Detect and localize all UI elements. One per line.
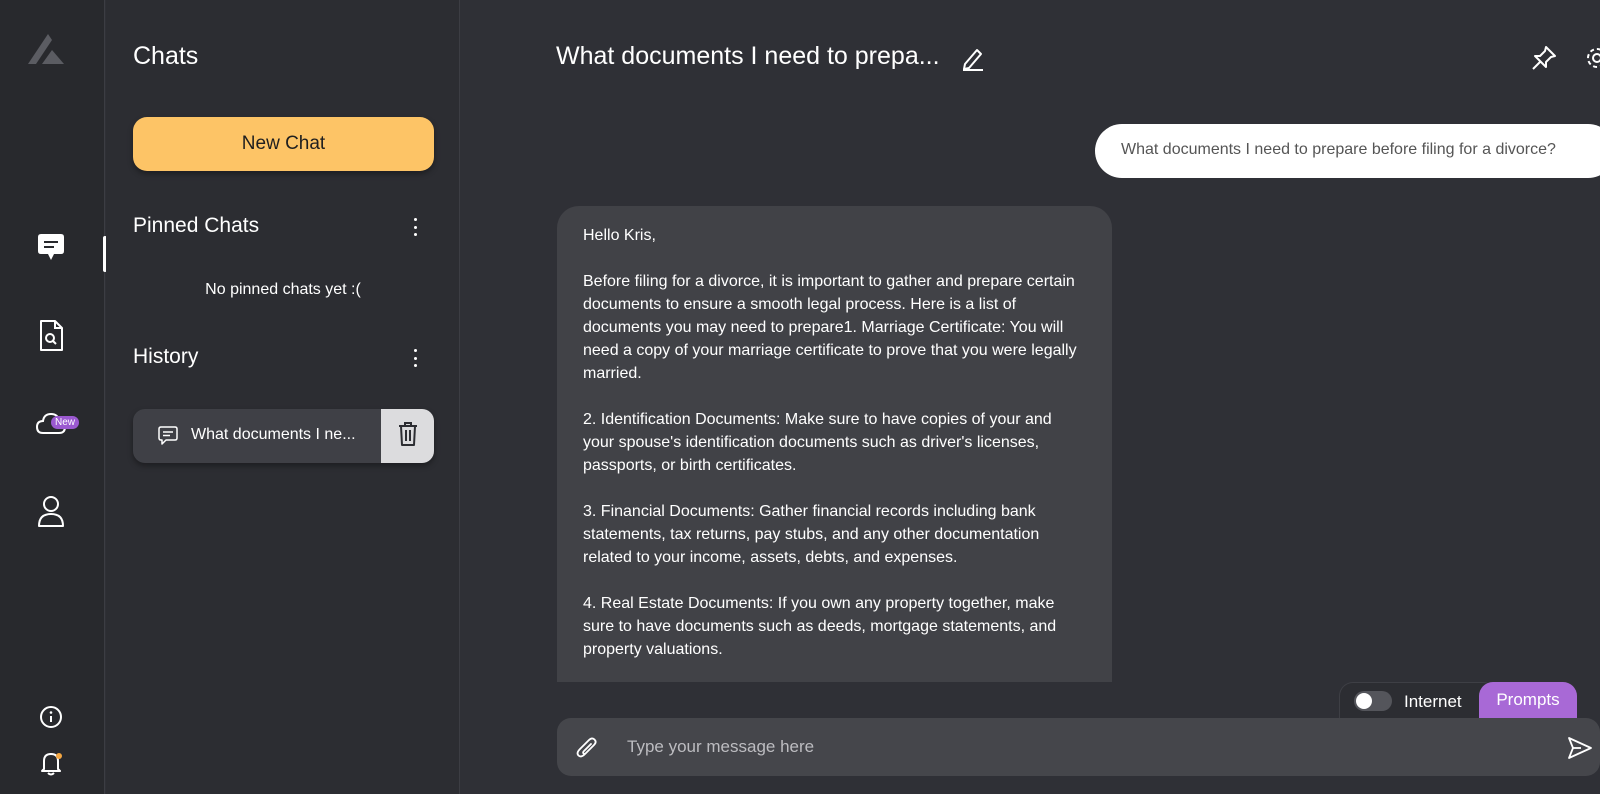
notification-dot — [56, 753, 62, 759]
message-composer — [557, 718, 1600, 776]
logo-icon — [26, 32, 66, 66]
paperclip-icon[interactable] — [575, 735, 599, 766]
app-window: New Chats New Chat Pinned Chats No pinne… — [0, 0, 1600, 794]
chat-icon[interactable] — [30, 227, 72, 269]
send-icon[interactable] — [1567, 736, 1593, 765]
chat-area: What documents I need to prepa... What d… — [461, 0, 1600, 794]
internet-label: Internet — [1404, 692, 1462, 711]
message-paragraph: 3. Financial Documents: Gather financial… — [583, 503, 1040, 566]
new-chat-button[interactable]: New Chat — [133, 117, 434, 171]
internet-toggle-pill: Internet — [1339, 682, 1497, 718]
message-paragraph: Before filing for a divorce, it is impor… — [583, 273, 1077, 382]
message-paragraph: 2. Identification Documents: Make sure t… — [583, 411, 1052, 474]
pinned-more-icon[interactable] — [409, 216, 421, 238]
pin-icon[interactable] — [1531, 45, 1557, 76]
message-paragraph: 4. Real Estate Documents: If you own any… — [583, 595, 1057, 658]
bell-icon[interactable] — [30, 742, 72, 784]
prompts-button[interactable]: Prompts — [1479, 682, 1577, 718]
panel-title: Chats — [133, 42, 199, 70]
chats-panel: Chats New Chat Pinned Chats No pinned ch… — [106, 0, 460, 794]
history-item-label: What documents I ne... — [191, 426, 356, 443]
internet-toggle[interactable] — [1354, 691, 1392, 711]
user-message: What documents I need to prepare before … — [1095, 124, 1600, 178]
chat-title: What documents I need to prepa... — [556, 42, 940, 70]
edit-title-icon[interactable] — [960, 45, 986, 76]
delete-chat-button[interactable] — [381, 409, 434, 463]
message-paragraph: Hello Kris, — [583, 227, 656, 244]
pinned-chats-title: Pinned Chats — [133, 214, 260, 237]
history-more-icon[interactable] — [409, 347, 421, 369]
document-search-icon[interactable] — [30, 315, 72, 357]
history-item[interactable]: What documents I ne... — [133, 409, 434, 463]
trash-icon — [397, 421, 419, 452]
history-title: History — [133, 345, 199, 368]
pinned-empty-message: No pinned chats yet :( — [205, 281, 361, 298]
message-input[interactable] — [627, 730, 1527, 764]
gear-icon[interactable] — [1584, 45, 1600, 76]
new-badge: New — [51, 416, 80, 429]
user-icon[interactable] — [30, 490, 72, 532]
chat-bubble-icon — [157, 426, 179, 451]
assistant-message: Hello Kris, Before filing for a divorce,… — [557, 206, 1112, 682]
info-icon[interactable] — [30, 696, 72, 738]
icon-rail: New — [0, 0, 107, 794]
